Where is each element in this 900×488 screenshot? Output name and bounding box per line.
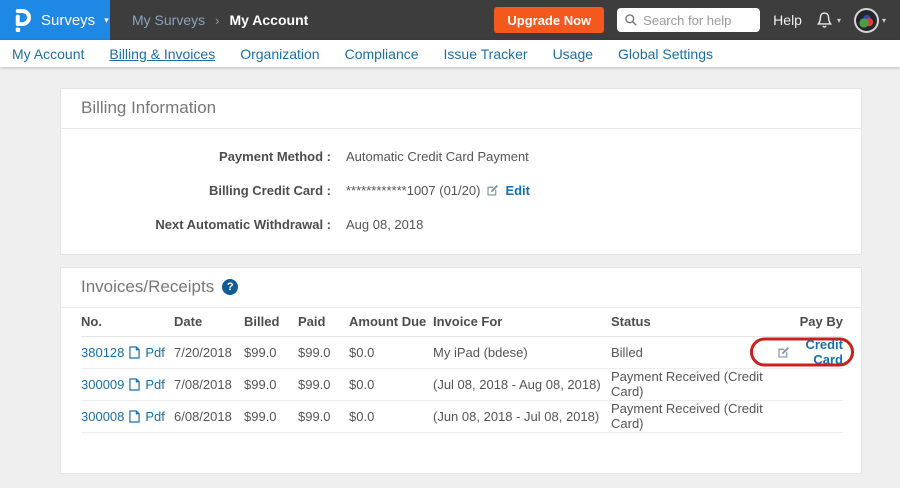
invoices-table: No. Date Billed Paid Amount Due Invoice … bbox=[81, 308, 843, 433]
pay-by-empty bbox=[777, 400, 843, 432]
invoice-paid: $99.0 bbox=[298, 368, 349, 400]
section-tabs: My Account Billing & Invoices Organizati… bbox=[0, 40, 900, 67]
edit-icon bbox=[486, 184, 499, 197]
invoice-number-link[interactable]: 300009 bbox=[81, 377, 124, 392]
next-withdrawal-value: Aug 08, 2018 bbox=[346, 217, 423, 232]
invoice-billed: $99.0 bbox=[244, 336, 298, 368]
edit-credit-card-link[interactable]: Edit bbox=[505, 183, 530, 198]
invoice-for: (Jul 08, 2018 - Aug 08, 2018) bbox=[433, 368, 611, 400]
invoice-paid: $99.0 bbox=[298, 400, 349, 432]
col-header-status: Status bbox=[611, 308, 777, 336]
pdf-document-icon bbox=[129, 410, 140, 423]
topbar-actions: Upgrade Now Help ▾ bbox=[494, 7, 900, 33]
help-circle-icon[interactable]: ? bbox=[222, 279, 238, 295]
col-header-billed: Billed bbox=[244, 308, 298, 336]
breadcrumb-current: My Account bbox=[229, 12, 308, 28]
invoice-date: 7/20/2018 bbox=[174, 336, 244, 368]
billing-credit-card-label: Billing Credit Card : bbox=[61, 183, 331, 198]
col-header-paid: Paid bbox=[298, 308, 349, 336]
invoices-card: Invoices/Receipts ? No. Date Billed Paid bbox=[60, 267, 862, 474]
invoice-date: 7/08/2018 bbox=[174, 368, 244, 400]
search-input[interactable] bbox=[617, 8, 760, 32]
invoice-billed: $99.0 bbox=[244, 368, 298, 400]
table-row: 300009 Pdf 7/08/2018 $99.0 $99.0 $0 bbox=[81, 368, 843, 400]
tab-billing-invoices[interactable]: Billing & Invoices bbox=[109, 46, 215, 62]
invoice-amount-due: $0.0 bbox=[349, 368, 433, 400]
product-menu[interactable]: Surveys ▾ bbox=[0, 0, 110, 40]
table-row: 300008 Pdf 6/08/2018 $99.0 $99.0 $0 bbox=[81, 400, 843, 432]
questionpro-logo-icon bbox=[13, 8, 32, 33]
invoice-number-link[interactable]: 300008 bbox=[81, 409, 124, 424]
account-menu[interactable]: ▾ bbox=[854, 8, 886, 33]
help-search bbox=[617, 8, 760, 32]
invoice-status: Billed bbox=[611, 336, 777, 368]
billing-information-card: Billing Information Payment Method : Aut… bbox=[60, 88, 862, 255]
invoice-for: (Jun 08, 2018 - Jul 08, 2018) bbox=[433, 400, 611, 432]
chevron-down-icon: ▾ bbox=[104, 16, 109, 25]
product-menu-label: Surveys bbox=[41, 12, 95, 29]
col-header-date: Date bbox=[174, 308, 244, 336]
avatar bbox=[854, 8, 879, 33]
tab-issue-tracker[interactable]: Issue Tracker bbox=[444, 46, 528, 62]
billing-information-title: Billing Information bbox=[81, 98, 216, 118]
tab-usage[interactable]: Usage bbox=[553, 46, 593, 62]
invoice-date: 6/08/2018 bbox=[174, 400, 244, 432]
tab-compliance[interactable]: Compliance bbox=[345, 46, 419, 62]
chevron-down-icon: ▾ bbox=[882, 16, 886, 25]
next-withdrawal-row: Next Automatic Withdrawal : Aug 08, 2018 bbox=[61, 207, 861, 241]
col-header-no: No. bbox=[81, 308, 174, 336]
help-link[interactable]: Help bbox=[773, 12, 802, 28]
invoice-amount-due: $0.0 bbox=[349, 336, 433, 368]
payment-method-value: Automatic Credit Card Payment bbox=[346, 149, 529, 164]
invoice-status: Payment Received (Credit Card) bbox=[611, 400, 777, 432]
payment-method-row: Payment Method : Automatic Credit Card P… bbox=[61, 139, 861, 173]
table-header-row: No. Date Billed Paid Amount Due Invoice … bbox=[81, 308, 843, 336]
chevron-down-icon: ▾ bbox=[837, 16, 841, 25]
invoices-table-wrap: No. Date Billed Paid Amount Due Invoice … bbox=[61, 308, 861, 473]
bell-icon bbox=[815, 11, 834, 30]
tab-global-settings[interactable]: Global Settings bbox=[618, 46, 713, 62]
invoice-paid: $99.0 bbox=[298, 336, 349, 368]
card-number-masked: ************1007 (01/20) bbox=[346, 183, 480, 198]
col-header-pay-by: Pay By bbox=[777, 308, 843, 336]
invoice-billed: $99.0 bbox=[244, 400, 298, 432]
invoice-number-link[interactable]: 380128 bbox=[81, 345, 124, 360]
table-row: 380128 Pdf 7/20/2018 $99.0 $99.0 $0 bbox=[81, 336, 843, 368]
pay-by-empty bbox=[777, 368, 843, 400]
breadcrumb-my-surveys[interactable]: My Surveys bbox=[132, 12, 205, 28]
payment-method-label: Payment Method : bbox=[61, 149, 331, 164]
pdf-link[interactable]: Pdf bbox=[145, 377, 165, 392]
pdf-document-icon bbox=[129, 378, 140, 391]
col-header-amount-due: Amount Due bbox=[349, 308, 433, 336]
invoices-title: Invoices/Receipts bbox=[81, 277, 214, 297]
pdf-link[interactable]: Pdf bbox=[145, 345, 165, 360]
billing-credit-card-value: ************1007 (01/20) Edit bbox=[346, 183, 530, 198]
notifications-button[interactable]: ▾ bbox=[815, 11, 841, 30]
upgrade-now-button[interactable]: Upgrade Now bbox=[494, 7, 604, 33]
billing-credit-card-row: Billing Credit Card : ************1007 (… bbox=[61, 173, 861, 207]
edit-icon bbox=[777, 346, 790, 359]
invoices-header: Invoices/Receipts ? bbox=[61, 268, 861, 308]
pay-by-credit-card-link[interactable]: Credit Card bbox=[777, 337, 843, 367]
tab-organization[interactable]: Organization bbox=[240, 46, 319, 62]
pay-by-label: Credit Card bbox=[795, 337, 843, 367]
billing-fields: Payment Method : Automatic Credit Card P… bbox=[61, 129, 861, 254]
next-withdrawal-label: Next Automatic Withdrawal : bbox=[61, 217, 331, 232]
top-header: Surveys ▾ My Surveys › My Account Upgrad… bbox=[0, 0, 900, 40]
billing-information-header: Billing Information bbox=[61, 89, 861, 129]
invoice-amount-due: $0.0 bbox=[349, 400, 433, 432]
tab-my-account[interactable]: My Account bbox=[12, 46, 84, 62]
app-root: Surveys ▾ My Surveys › My Account Upgrad… bbox=[0, 0, 900, 474]
pdf-link[interactable]: Pdf bbox=[145, 409, 165, 424]
search-icon bbox=[624, 13, 638, 27]
invoice-status: Payment Received (Credit Card) bbox=[611, 368, 777, 400]
col-header-invoice-for: Invoice For bbox=[433, 308, 611, 336]
chevron-right-icon: › bbox=[215, 13, 219, 28]
page-content: Billing Information Payment Method : Aut… bbox=[0, 67, 900, 474]
breadcrumb: My Surveys › My Account bbox=[132, 12, 308, 28]
invoice-for: My iPad (bdese) bbox=[433, 336, 611, 368]
pdf-document-icon bbox=[129, 346, 140, 359]
